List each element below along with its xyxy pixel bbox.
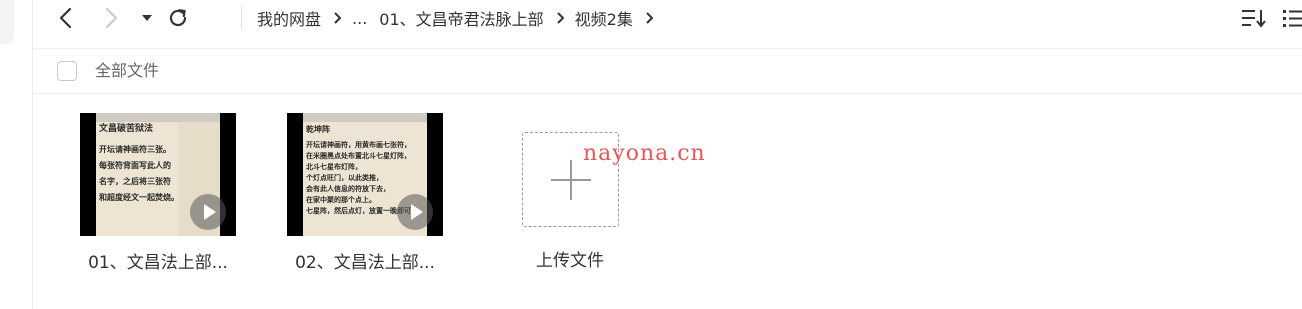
select-all-bar: 全部文件	[33, 48, 1302, 94]
breadcrumb-separator-icon	[556, 12, 565, 24]
play-icon[interactable]	[190, 194, 226, 230]
file-item[interactable]: 乾坤阵 开坛请神画符，用黄布画七张符， 在米圈黑点处布置北斗七星灯阵， 北斗七星…	[287, 113, 443, 273]
thumbnail-text: 名字，之后将三张符	[99, 177, 171, 186]
thumbnail-text: 在家中聚的那个点上。	[306, 196, 376, 204]
thumbnail-text: 开坛请神画符，用黄布画七张符，	[306, 141, 411, 149]
breadcrumb-item-folder[interactable]: 01、文昌帝君法脉上部	[379, 6, 543, 30]
file-name[interactable]: 02、文昌法上部...	[287, 248, 443, 273]
sidebar-tab-stub	[0, 0, 14, 44]
thumbnail-text: 在米圈黑点处布置北斗七星灯阵，	[306, 152, 411, 160]
plus-icon	[570, 160, 572, 200]
upload-label[interactable]: 上传文件	[500, 246, 640, 271]
list-view-icon[interactable]	[1283, 6, 1302, 30]
breadcrumb-item-current[interactable]: 视频2集	[575, 6, 633, 30]
breadcrumb-separator-icon	[645, 12, 654, 24]
thumbnail-text: 会有此人信息的符放下去，	[306, 185, 390, 193]
thumbnail-text: 和超度经文一起焚烧。	[99, 193, 179, 202]
play-icon[interactable]	[397, 194, 433, 230]
breadcrumb-item-root[interactable]: 我的网盘	[257, 6, 321, 30]
thumbnail-text: 每张符背面写此人的	[99, 161, 171, 170]
toolbar-divider	[241, 6, 242, 30]
thumbnail-text: 北斗七星布灯阵，	[306, 163, 362, 171]
video-thumbnail[interactable]: 乾坤阵 开坛请神画符，用黄布画七张符， 在米圈黑点处布置北斗七星灯阵， 北斗七星…	[287, 113, 443, 236]
video-thumbnail[interactable]: 文昌破苦狱法 开坛请神画符三张。 每张符背面写此人的 名字，之后将三张符 和超度…	[80, 113, 236, 236]
breadcrumb-item-ellipsis[interactable]: ...	[352, 9, 367, 28]
thumbnail-text: 乾坤阵	[306, 125, 330, 134]
chevron-left-icon[interactable]	[53, 6, 77, 30]
chevron-right-icon[interactable]	[99, 6, 123, 30]
thumbnail-text: 文昌破苦狱法	[99, 124, 154, 134]
thumbnail-topbar	[303, 113, 427, 122]
watermark: nayona.cn	[583, 141, 706, 166]
breadcrumb: 我的网盘 ... 01、文昌帝君法脉上部 视频2集	[257, 0, 664, 36]
breadcrumb-separator-icon	[333, 12, 342, 24]
toolbar: 我的网盘 ... 01、文昌帝君法脉上部 视频2集	[33, 0, 1302, 36]
select-all-label: 全部文件	[95, 61, 160, 80]
file-name[interactable]: 01、文昌法上部...	[80, 248, 236, 273]
select-all-checkbox[interactable]	[57, 61, 77, 81]
caret-down-icon[interactable]	[135, 6, 159, 30]
thumbnail-text: 个灯点旺门，以此类推，	[306, 174, 383, 182]
thumbnail-topbar	[96, 113, 220, 122]
left-sidebar-edge	[0, 0, 33, 309]
file-item[interactable]: 文昌破苦狱法 开坛请神画符三张。 每张符背面写此人的 名字，之后将三张符 和超度…	[80, 113, 236, 273]
thumbnail-text: 开坛请神画符三张。	[99, 145, 171, 154]
refresh-icon[interactable]	[166, 6, 190, 30]
sort-icon[interactable]	[1241, 6, 1267, 30]
